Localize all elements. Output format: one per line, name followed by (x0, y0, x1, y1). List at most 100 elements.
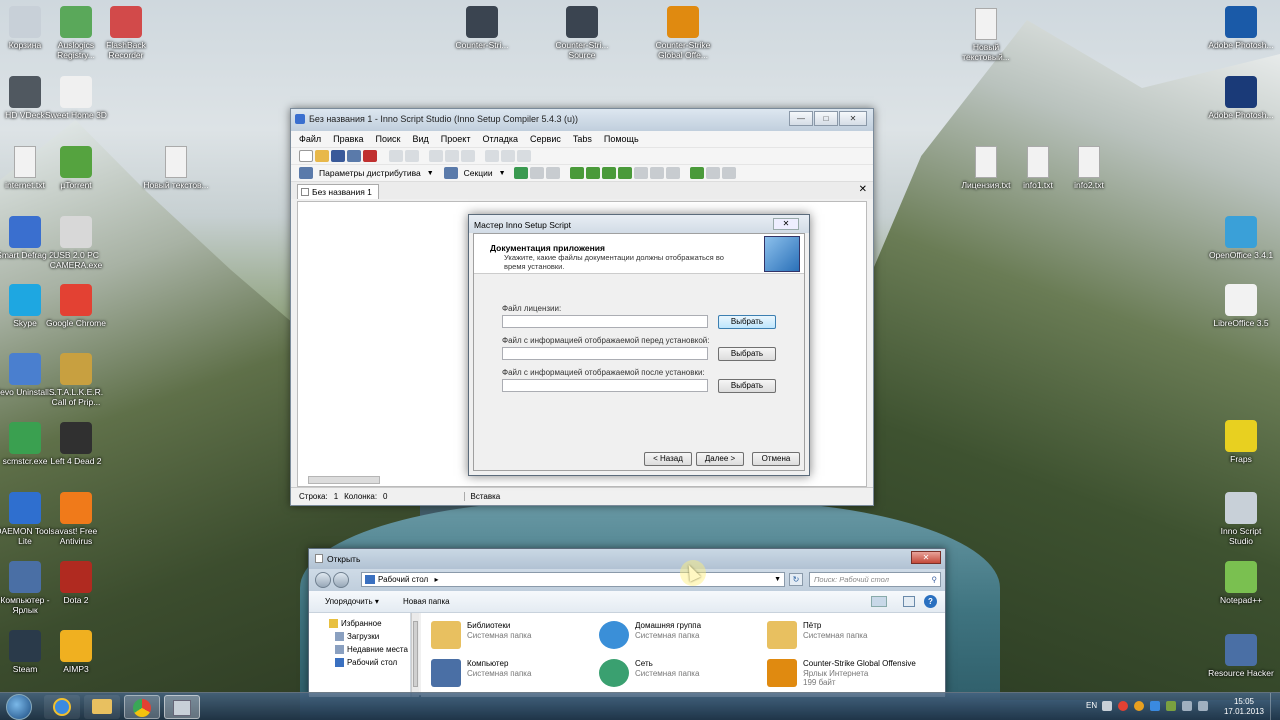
preview-pane-icon[interactable] (903, 596, 915, 607)
save-all-icon[interactable] (347, 150, 361, 162)
step-icon[interactable] (529, 167, 544, 179)
nav-scrollbar[interactable] (411, 613, 419, 697)
desktop-icon-dota2[interactable]: Dota 2 (43, 561, 109, 605)
desktop-icon-info2[interactable]: info2.txt (1056, 146, 1122, 190)
volume-icon[interactable] (1198, 701, 1208, 711)
next-button[interactable]: Далее > (696, 452, 744, 466)
evaluate-icon[interactable] (665, 167, 680, 179)
inno-taskbar-button[interactable] (164, 695, 200, 719)
cut-icon[interactable] (429, 150, 443, 162)
desktop-icon-newfile2[interactable]: Новый текстовый... (953, 8, 1019, 62)
chevron-down-icon[interactable]: ▼ (774, 573, 781, 586)
explorer-taskbar-button[interactable] (84, 695, 120, 719)
browse-after-button[interactable]: Выбрать (718, 379, 776, 393)
chevron-down-icon[interactable]: ▼ (499, 170, 506, 177)
tray-skype-icon[interactable] (1150, 701, 1160, 711)
menu-item[interactable]: Сервис (530, 134, 561, 144)
start-button[interactable] (6, 694, 32, 720)
file-item[interactable]: Компьютер Системная папка (431, 657, 591, 691)
desktop-icon-usbcam[interactable]: USB 2.0 PC CAMERA.exe (43, 216, 109, 270)
menu-item[interactable]: Помощь (604, 134, 639, 144)
save-icon[interactable] (331, 150, 345, 162)
address-bar[interactable]: Рабочий стол ▸ ▼ (361, 572, 785, 587)
help-icon[interactable]: ? (924, 595, 937, 608)
back-arrow-icon[interactable] (315, 572, 331, 588)
desktop-icon-reshacker[interactable]: Resource Hacker (1208, 634, 1274, 678)
find-icon[interactable] (485, 150, 499, 162)
desktop-icon-libreoffice[interactable]: LibreOffice 3.5 (1208, 284, 1274, 328)
language-indicator[interactable]: EN (1086, 701, 1097, 710)
cancel-button[interactable]: Отмена (752, 452, 800, 466)
menu-item[interactable]: Правка (333, 134, 363, 144)
desktop-icon-photoshop2[interactable]: Adobe Photosh... (1208, 76, 1274, 120)
params-dropdown[interactable]: Параметры дистрибутива (319, 168, 421, 178)
tools-icon[interactable] (721, 167, 736, 179)
desktop-icon-fraps[interactable]: Fraps (1208, 420, 1274, 464)
trace-icon[interactable] (617, 167, 632, 179)
tray-arrow-icon[interactable] (1102, 701, 1112, 711)
browse-before-button[interactable]: Выбрать (718, 347, 776, 361)
open-title-bar[interactable]: Открыть ✕ (309, 549, 945, 569)
menu-item[interactable]: Отладка (482, 134, 518, 144)
replace-icon[interactable] (517, 150, 531, 162)
watch-icon[interactable] (649, 167, 664, 179)
build-run-icon[interactable] (585, 167, 600, 179)
maximize-button[interactable]: □ (814, 111, 838, 126)
nav-scroll-thumb[interactable] (413, 621, 418, 687)
chrome-taskbar-button[interactable] (124, 695, 160, 719)
nav-item-2[interactable]: Недавние места (309, 643, 410, 656)
undo-icon[interactable] (389, 150, 403, 162)
desktop-icon-stalker[interactable]: S.T.A.L.K.E.R. Call of Prip... (43, 353, 109, 407)
menu-item[interactable]: Поиск (376, 134, 401, 144)
wizard-title-bar[interactable]: Мастер Inno Setup Script ✕ (469, 215, 809, 233)
after-install-input[interactable] (502, 379, 708, 392)
debug-icon[interactable] (601, 167, 616, 179)
refresh-icon[interactable]: ↻ (789, 573, 803, 586)
desktop-icon-aimp[interactable]: AIMP3 (43, 630, 109, 674)
open-folder-icon[interactable] (315, 150, 329, 162)
forward-arrow-icon[interactable] (333, 572, 349, 588)
license-file-input[interactable] (502, 315, 708, 328)
browse-license-button[interactable]: Выбрать (718, 315, 776, 329)
wizard-close-button[interactable]: ✕ (773, 218, 799, 230)
clock[interactable]: 15:05 17.01.2013 (1222, 697, 1266, 717)
options-icon[interactable] (705, 167, 720, 179)
desktop-icon-csgo[interactable]: Counter-Strike Global Offe... (650, 6, 716, 60)
desktop-icon-cs1[interactable]: Counter-Stri... (449, 6, 515, 50)
file-item[interactable]: Пётр Системная папка (767, 619, 927, 653)
desktop-icon-utorrent[interactable]: µTorrent (43, 146, 109, 190)
desktop-icon-flashback[interactable]: FlashBack Recorder (93, 6, 159, 60)
desktop-icon-photoshop1[interactable]: Adobe Photosh... (1208, 6, 1274, 50)
file-item[interactable]: Домашняя группа Системная папка (599, 619, 759, 653)
nav-item-0[interactable]: Избранное (309, 617, 410, 630)
before-install-input[interactable] (502, 347, 708, 360)
file-item[interactable]: Сеть Системная папка (599, 657, 759, 691)
back-button[interactable]: < Назад (644, 452, 692, 466)
close-tab-icon[interactable]: ✕ (859, 184, 867, 195)
new-file-icon[interactable] (299, 150, 313, 162)
file-item[interactable]: Counter-Strike Global Offensive Ярлык Инт… (767, 657, 927, 691)
chevron-down-icon[interactable]: ▼ (427, 170, 434, 177)
desktop-icon-sweethome[interactable]: Sweet Home 3D (43, 76, 109, 120)
desktop-icon-avast[interactable]: avast! Free Antivirus (43, 492, 109, 546)
desktop-icon-notepadpp[interactable]: Notepad++ (1208, 561, 1274, 605)
bookmark-icon[interactable] (501, 150, 515, 162)
desktop-icon-innoscript[interactable]: Inno Script Studio (1208, 492, 1274, 546)
inno-title-bar[interactable]: Без названия 1 - Inno Script Studio (Inn… (291, 109, 873, 131)
open-close-button[interactable]: ✕ (911, 551, 941, 564)
chevron-right-icon[interactable]: ▸ (434, 575, 438, 584)
desktop-icon-openoffice[interactable]: OpenOffice 3.4.1 (1208, 216, 1274, 260)
compile-run-icon[interactable] (689, 167, 704, 179)
minimize-button[interactable]: — (789, 111, 813, 126)
desktop-icon-cs2[interactable]: Counter-Stri... Source (549, 6, 615, 60)
nav-item-3[interactable]: Рабочий стол (309, 656, 410, 669)
desktop-icon-l4d2[interactable]: Left 4 Dead 2 (43, 422, 109, 466)
paste-icon[interactable] (461, 150, 475, 162)
close-button[interactable]: ✕ (839, 111, 867, 126)
copy-icon[interactable] (445, 150, 459, 162)
menu-item[interactable]: Проект (441, 134, 471, 144)
desktop-icon-newfile1[interactable]: Новый текстов... (143, 146, 209, 190)
build-icon[interactable] (569, 167, 584, 179)
sections-dropdown[interactable]: Секции (464, 168, 493, 178)
new-folder-button[interactable]: Новая папка (403, 597, 450, 606)
